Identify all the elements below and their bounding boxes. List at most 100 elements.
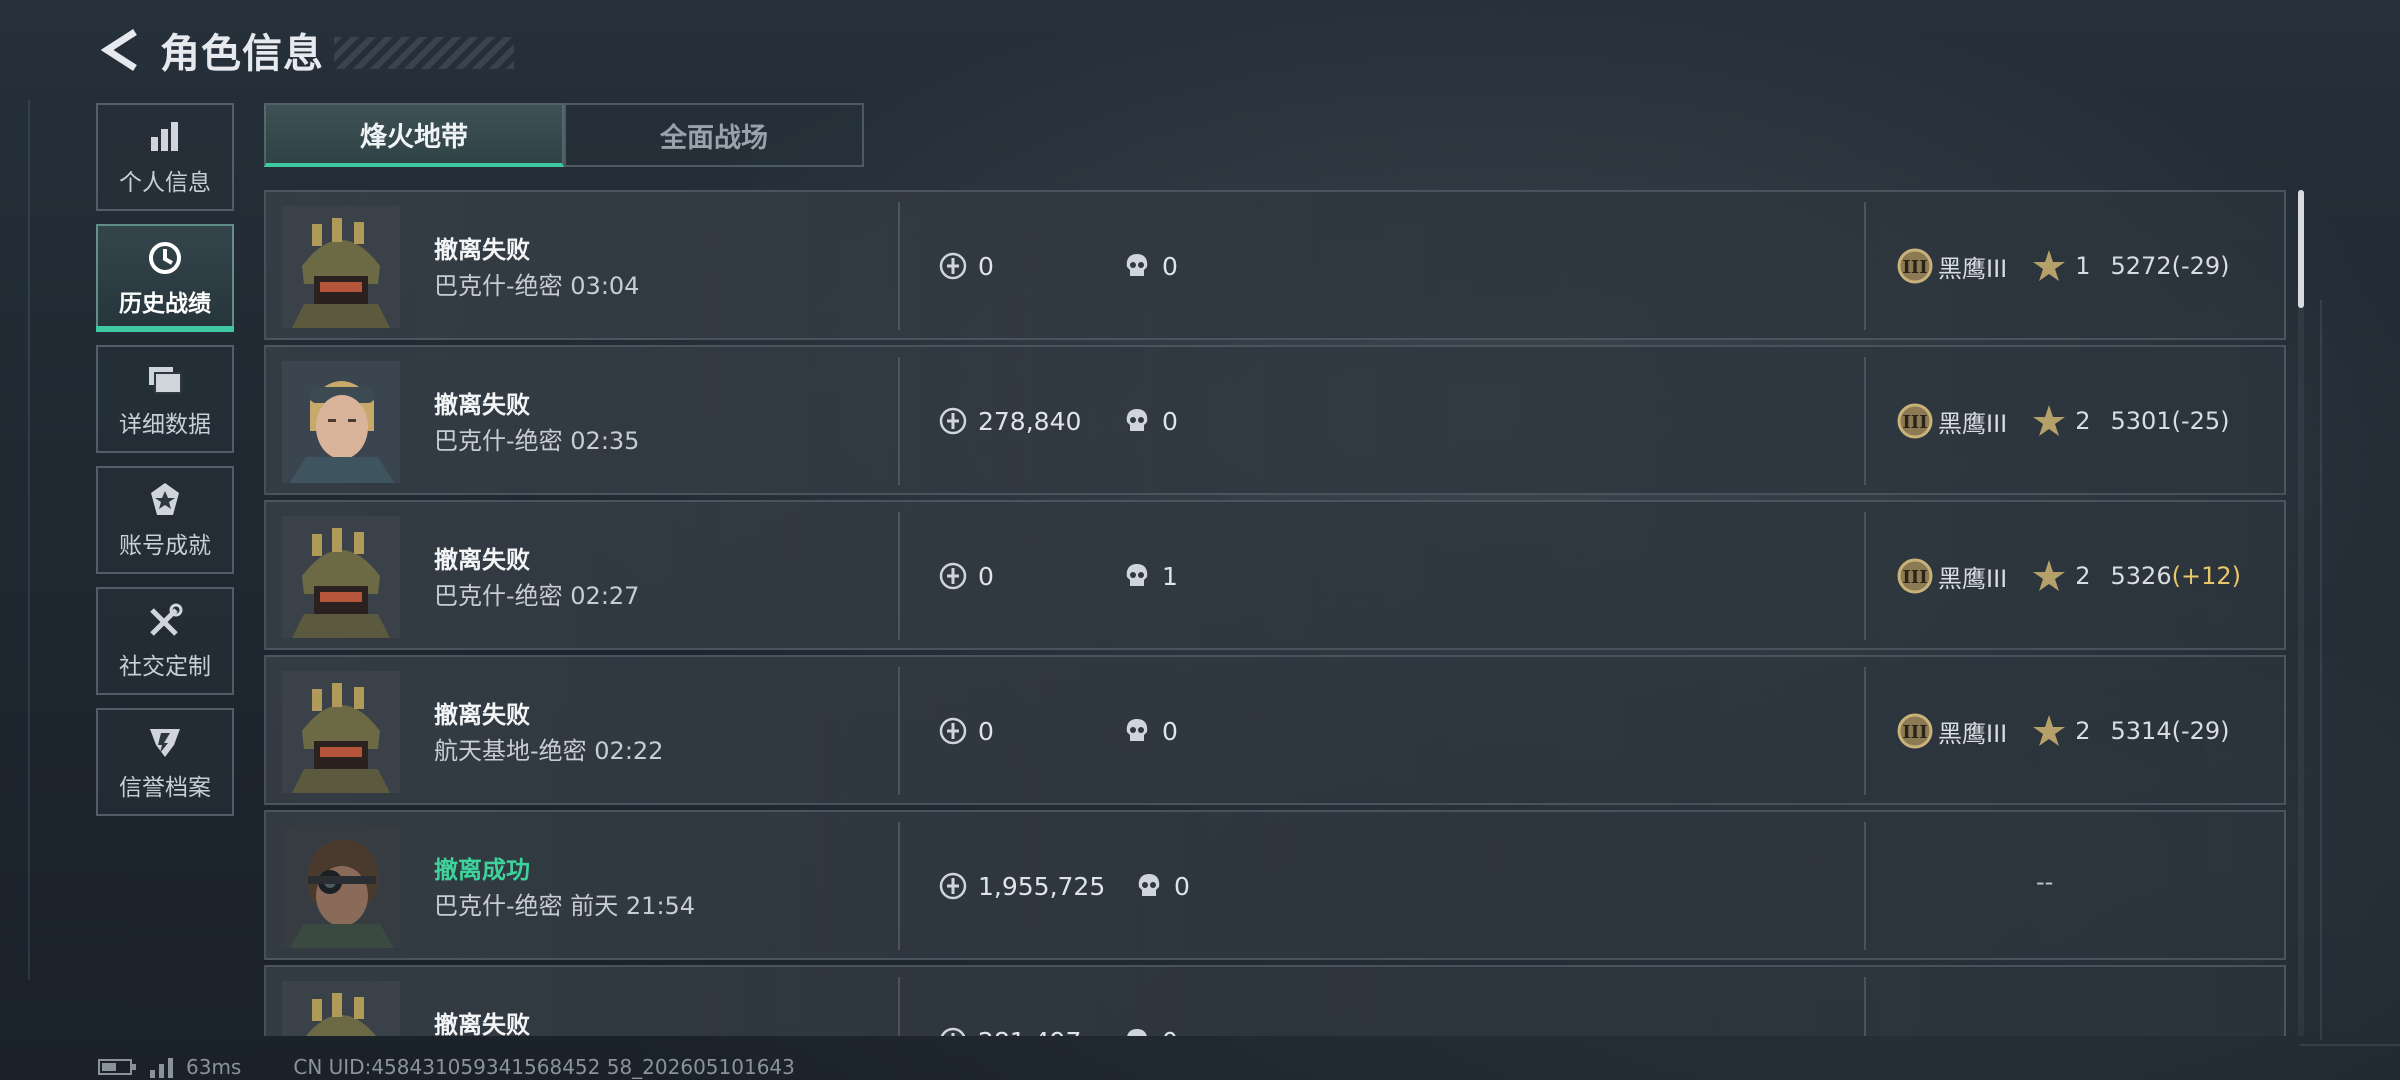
tab-hazard-zone[interactable]: 烽火地带 (264, 103, 564, 167)
skull-icon (1134, 871, 1164, 901)
nav-item-achievements[interactable]: 账号成就 (96, 466, 234, 574)
match-record-row[interactable]: 撤离成功 巴克什-绝密 前天 21:54 1,955,725 0 -- (264, 810, 2286, 960)
row-divider (898, 667, 900, 795)
match-history-list[interactable]: 撤离失败 巴克什-绝密 03:04 0 0 III 黑鹰III 1 5272 (… (264, 190, 2286, 1036)
value-coin-icon (938, 716, 968, 746)
row-divider (898, 202, 900, 330)
rank-stars: 2 (2075, 717, 2091, 745)
scrollbar-thumb[interactable] (2298, 190, 2304, 308)
row-divider (898, 977, 900, 1036)
extraction-value-text: 281,497 (978, 1027, 1081, 1037)
rank-info: III 黑鹰III 1 5272 (-29) (1896, 248, 2230, 284)
match-result: 撤离失败 (434, 391, 530, 419)
rank-stars: 2 (2075, 562, 2091, 590)
value-coin-icon (938, 1026, 968, 1036)
match-result: 撤离失败 (434, 701, 530, 729)
rank-name: 黑鹰III (1938, 719, 2008, 748)
rank-delta: (-29) (2171, 717, 2230, 745)
value-coin-icon (938, 251, 968, 281)
match-map-time: 航天基地-绝密 02:22 (434, 737, 664, 765)
rank-empty-placeholder: -- (2036, 868, 2054, 896)
svg-text:III: III (1902, 412, 1927, 433)
rank-badge-icon: III (1897, 713, 1933, 749)
match-record-row[interactable]: 撤离失败 巴克什-绝密 02:27 0 1 III 黑鹰III 2 5326 (… (264, 500, 2286, 650)
row-divider (898, 512, 900, 640)
decor-line (2320, 300, 2322, 1040)
row-divider (1864, 667, 1866, 795)
match-record-row[interactable]: 撤离失败 巴克什-绝密 03:04 0 0 III 黑鹰III 1 5272 (… (264, 190, 2286, 340)
nav-item-social-custom[interactable]: 社交定制 (96, 587, 234, 695)
value-coin-icon (938, 561, 968, 591)
svg-text:III: III (1902, 567, 1927, 588)
row-divider (1864, 977, 1866, 1036)
back-button[interactable] (96, 20, 146, 80)
extraction-value: 0 (938, 713, 994, 749)
rank-score: 5272 (2110, 252, 2172, 280)
kill-count: 0 (1122, 248, 1178, 284)
row-divider (1864, 822, 1866, 950)
star-icon (2033, 715, 2066, 746)
rank-delta: (-29) (2171, 252, 2230, 280)
rank-score: 5314 (2110, 717, 2172, 745)
kill-count-text: 0 (1162, 716, 1178, 746)
kill-count-text: 0 (1174, 871, 1190, 901)
rank-badge-icon: III (1897, 248, 1933, 284)
nav-item-detailed-data[interactable]: 详细数据 (96, 345, 234, 453)
match-map-time: 巴克什-绝密 03:04 (434, 272, 640, 300)
rank-stars: 1 (2075, 252, 2091, 280)
kill-count: 0 (1122, 1023, 1178, 1036)
nav-item-history[interactable]: 历史战绩 (96, 224, 234, 332)
match-record-row[interactable]: 撤离失败 巴克什-绝密 02:35 278,840 0 III 黑鹰III 2 … (264, 345, 2286, 495)
bar-chart-icon (145, 117, 185, 157)
extraction-value: 0 (938, 558, 994, 594)
value-coin-icon (938, 871, 968, 901)
value-coin-icon (938, 406, 968, 436)
match-result: 撤离失败 (434, 1011, 530, 1036)
skull-icon (1122, 1026, 1152, 1036)
side-nav: 个人信息 历史战绩 详细数据 账号成就 社交定制 信誉档案 (96, 103, 234, 829)
skull-icon (1122, 561, 1152, 591)
rank-delta: (+12) (2171, 562, 2241, 590)
rank-info: III 黑鹰III 2 5301 (-25) (1896, 403, 2230, 439)
match-map-time: 巴克什-绝密 02:27 (434, 582, 640, 610)
extraction-value-text: 0 (978, 716, 994, 746)
nav-item-reputation[interactable]: 信誉档案 (96, 708, 234, 816)
match-map-time: 巴克什-绝密 前天 21:54 (434, 892, 696, 920)
page-title: 角色信息 (160, 31, 324, 77)
achievement-badge-icon (145, 480, 185, 520)
nav-item-label: 个人信息 (119, 170, 211, 196)
star-icon (2033, 560, 2066, 591)
skull-icon (1122, 251, 1152, 281)
nav-item-personal-info[interactable]: 个人信息 (96, 103, 234, 211)
mode-tabs: 烽火地带 全面战场 (264, 103, 864, 167)
kill-count-text: 0 (1162, 1027, 1178, 1037)
row-divider (1864, 512, 1866, 640)
rank-stars: 2 (2075, 407, 2091, 435)
match-map-time: 巴克什-绝密 02:35 (434, 427, 640, 455)
kill-count: 0 (1122, 713, 1178, 749)
list-scrollbar[interactable] (2298, 190, 2304, 1036)
nav-item-label: 账号成就 (119, 533, 211, 559)
page-header: 角色信息 (96, 20, 514, 80)
extraction-value: 278,840 (938, 403, 1081, 439)
kill-count-text: 0 (1162, 406, 1178, 436)
decor-line (28, 100, 30, 980)
svg-text:III: III (1902, 257, 1927, 278)
operator-portrait-woman (282, 361, 400, 483)
operator-portrait-night-vision (282, 826, 400, 948)
kill-count-text: 1 (1162, 561, 1178, 591)
kill-count: 0 (1122, 403, 1178, 439)
kill-count: 0 (1134, 868, 1190, 904)
skull-icon (1122, 406, 1152, 436)
operator-portrait-soldier (282, 516, 400, 638)
tab-full-battlefield[interactable]: 全面战场 (564, 103, 864, 167)
match-record-row[interactable]: 撤离失败 281,497 0 (264, 965, 2286, 1036)
network-ping: 63ms (186, 1055, 242, 1079)
rank-badge-icon: III (1897, 558, 1933, 594)
nav-item-label: 信誉档案 (119, 775, 211, 801)
extraction-value-text: 0 (978, 561, 994, 591)
title-decoration (334, 37, 514, 69)
match-record-row[interactable]: 撤离失败 航天基地-绝密 02:22 0 0 III 黑鹰III 2 5314 … (264, 655, 2286, 805)
rank-info: III 黑鹰III 2 5326 (+12) (1896, 558, 2241, 594)
battery-icon (98, 1059, 136, 1075)
